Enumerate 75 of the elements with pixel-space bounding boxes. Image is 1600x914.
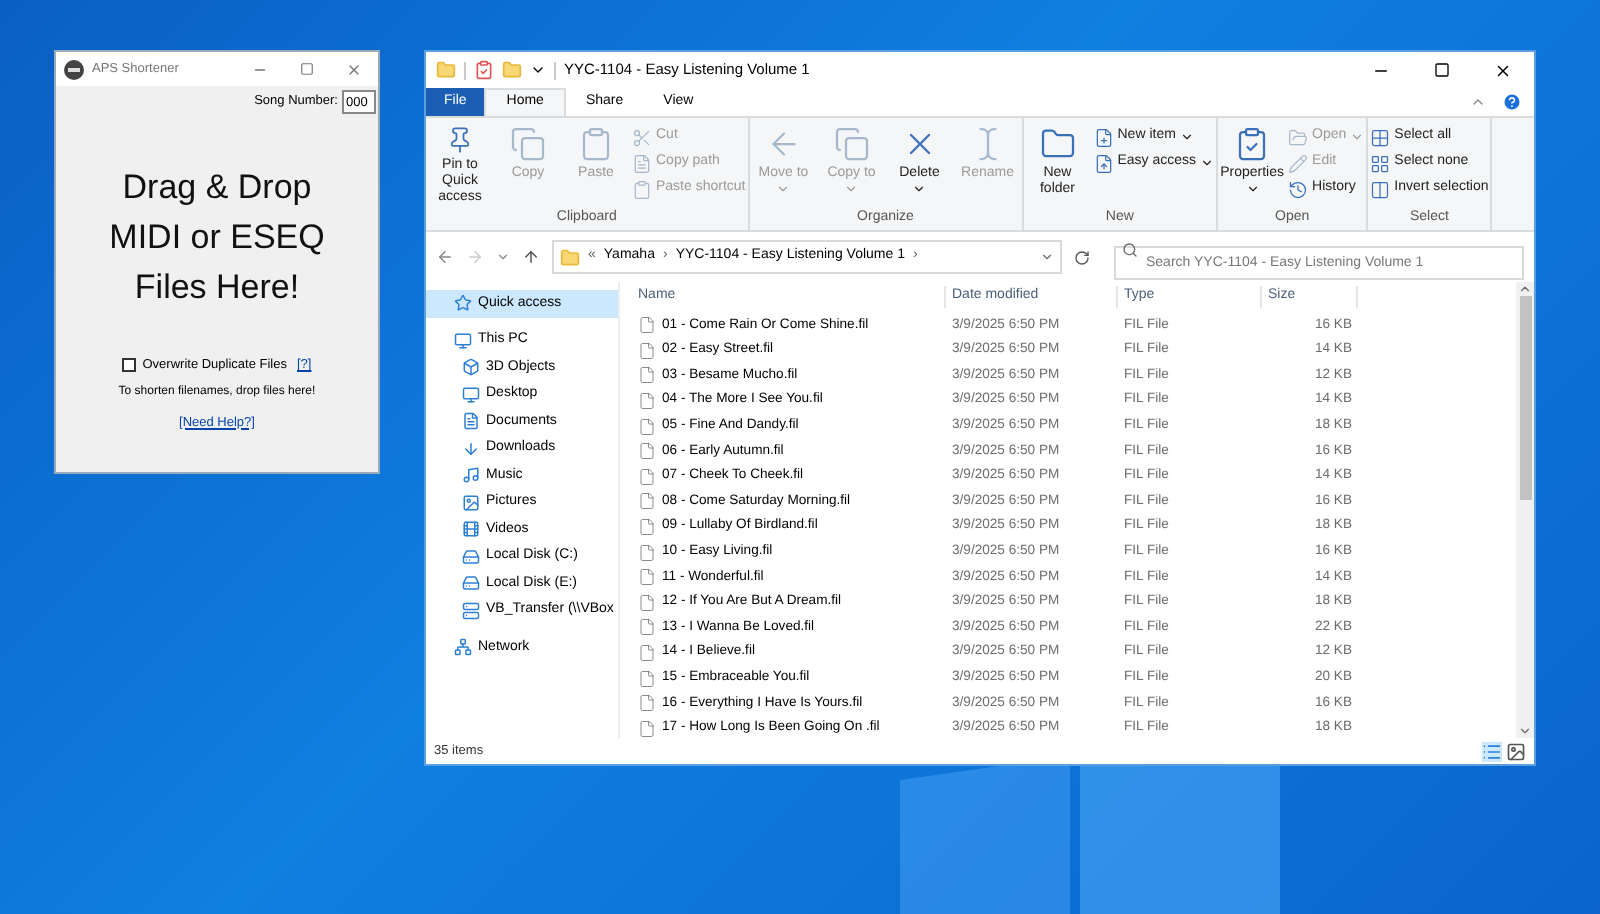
file-icon <box>638 417 656 436</box>
folder-icon <box>1039 126 1076 162</box>
file-icon <box>1093 153 1114 173</box>
address-dropdown-icon[interactable] <box>1040 250 1054 264</box>
file-icon <box>638 593 656 612</box>
star-icon <box>454 294 472 313</box>
details-view-icon[interactable] <box>1482 741 1502 761</box>
drop-zone-text: MIDI or ESEQ <box>109 216 325 260</box>
download-icon <box>462 439 480 458</box>
columns-icon <box>1370 179 1391 199</box>
recent-locations-icon[interactable] <box>496 250 510 264</box>
network-icon <box>454 638 472 657</box>
document-icon <box>462 412 480 431</box>
scroll-down-icon[interactable] <box>1518 724 1532 738</box>
grid-icon <box>1370 127 1391 147</box>
file-icon <box>638 719 656 738</box>
document-icon <box>632 153 652 173</box>
file-icon <box>638 543 656 562</box>
folder-icon <box>436 60 456 80</box>
drop-zone-text: Drag & Drop <box>122 166 312 210</box>
folder-icon <box>1288 127 1309 147</box>
monitor-icon <box>462 385 480 404</box>
caret-icon <box>776 182 791 196</box>
pencil-icon <box>1288 153 1309 173</box>
drop-zone-text: Files Here! <box>134 266 300 310</box>
file-icon <box>638 366 656 385</box>
file-icon <box>638 618 656 637</box>
copy-icon <box>833 126 870 162</box>
network-drive-icon <box>462 601 480 620</box>
help-icon[interactable] <box>1502 92 1522 112</box>
close-icon[interactable] <box>1494 61 1512 79</box>
file-icon <box>638 392 656 411</box>
cube-icon <box>462 358 480 377</box>
film-icon <box>462 520 480 539</box>
caret-icon <box>1245 182 1260 196</box>
history-icon <box>1288 179 1309 199</box>
caret-icon <box>1350 130 1365 144</box>
copy-icon <box>510 126 546 162</box>
app-icon <box>64 59 84 79</box>
clipboard-icon <box>578 126 614 162</box>
properties-icon[interactable] <box>474 60 494 80</box>
up-icon[interactable] <box>522 248 540 266</box>
maximize-icon[interactable] <box>1434 61 1450 77</box>
clipboard-check-icon <box>1234 126 1271 162</box>
monitor-icon <box>454 331 472 350</box>
customize-toolbar-icon[interactable] <box>530 62 546 78</box>
file-icon <box>638 442 656 461</box>
file-icon <box>638 644 656 663</box>
file-icon <box>638 669 656 688</box>
file-icon <box>638 518 656 537</box>
file-icon <box>638 341 656 360</box>
file-plus-icon <box>1093 127 1114 147</box>
caret-icon <box>912 182 927 196</box>
music-icon <box>462 466 480 485</box>
drive-icon <box>462 574 480 593</box>
large-icons-view-icon[interactable] <box>1506 741 1526 761</box>
grid-icon <box>1370 153 1391 173</box>
caret-icon <box>844 182 859 196</box>
scroll-up-icon[interactable] <box>1518 282 1532 296</box>
drive-icon <box>462 547 480 566</box>
file-icon <box>638 492 656 511</box>
refresh-icon[interactable] <box>1074 249 1090 265</box>
scrollbar-thumb[interactable] <box>1519 296 1531 500</box>
clipboard-icon <box>632 179 652 199</box>
file-icon <box>638 316 656 335</box>
image-icon <box>462 493 480 512</box>
file-icon <box>638 568 656 587</box>
folder-icon <box>560 247 580 267</box>
collapse-ribbon-icon[interactable] <box>1470 94 1486 110</box>
file-icon <box>638 467 656 486</box>
file-icon <box>638 694 656 713</box>
scissors-icon <box>632 127 652 147</box>
scrollbar[interactable] <box>1516 282 1534 738</box>
search-icon <box>1122 242 1138 258</box>
back-icon[interactable] <box>436 248 454 266</box>
